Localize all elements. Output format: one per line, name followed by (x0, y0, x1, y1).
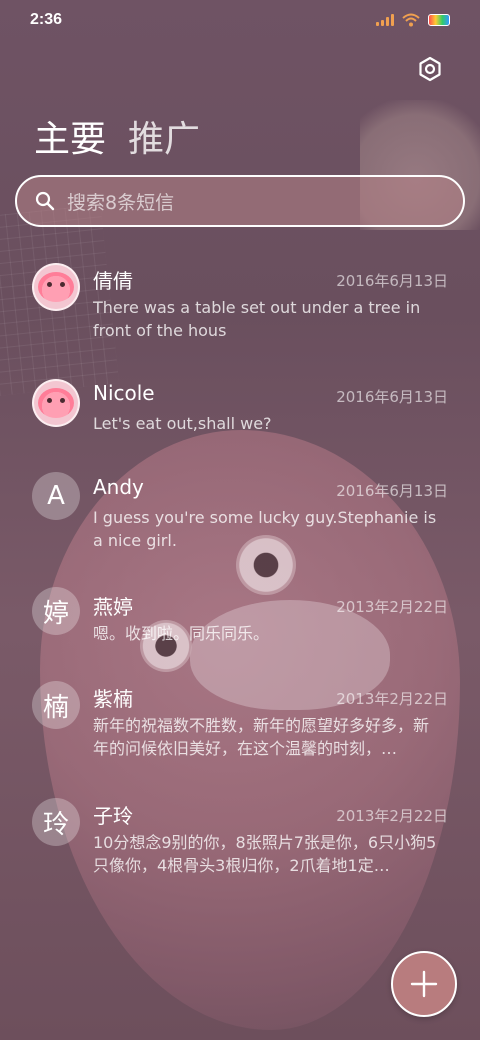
message-snippet: I guess you're some lucky guy.Stephanie … (93, 508, 437, 550)
message-date: 2013年2月22日 (336, 598, 448, 616)
signal-icon (376, 14, 394, 26)
message-date: 2016年6月13日 (336, 272, 448, 290)
contact-name: 燕婷 (93, 595, 133, 619)
new-message-button[interactable] (391, 951, 457, 1017)
message-snippet: There was a table set out under a tree i… (93, 298, 421, 340)
message-date: 2016年6月13日 (336, 388, 448, 406)
avatar: 楠 (32, 681, 80, 729)
avatar: 玲 (32, 798, 80, 846)
status-time: 2:36 (30, 11, 63, 28)
wifi-icon (402, 13, 420, 27)
contact-name: Andy (93, 475, 144, 499)
status-bar: 2:36 (0, 0, 480, 40)
message-date: 2013年2月22日 (336, 807, 448, 825)
search-bar[interactable]: 搜索8条短信 (15, 175, 465, 227)
pig-avatar-icon (38, 272, 74, 302)
settings-button[interactable] (414, 53, 446, 85)
battery-icon (428, 14, 450, 26)
contact-name: 倩倩 (93, 269, 133, 293)
plus-icon (410, 970, 438, 998)
tab-bar: 主要 推广 (34, 110, 200, 162)
avatar (32, 263, 80, 311)
gear-icon (419, 56, 441, 82)
message-snippet: 10分想念9别的你，8张照片7张是你，6只小狗5只像你，4根骨头3根归你，2爪着… (93, 833, 437, 875)
message-snippet: 新年的祝福数不胜数，新年的愿望好多好多，新年的问候依旧美好，在这个温馨的时刻，… (93, 716, 430, 758)
message-snippet: 嗯。收到啦。同乐同乐。 (93, 624, 270, 643)
contact-name: Nicole (93, 381, 155, 405)
contact-name: 子玲 (93, 804, 133, 828)
avatar: 婷 (32, 587, 80, 635)
tab-promotions[interactable]: 推广 (128, 110, 200, 162)
message-date: 2016年6月13日 (336, 482, 448, 500)
tab-primary[interactable]: 主要 (34, 110, 106, 162)
search-input[interactable]: 搜索8条短信 (67, 188, 174, 215)
message-snippet: Let's eat out,shall we? (93, 414, 272, 433)
search-icon (35, 191, 55, 211)
avatar (32, 379, 80, 427)
avatar: A (32, 472, 80, 520)
message-date: 2013年2月22日 (336, 690, 448, 708)
pig-avatar-icon (38, 388, 74, 418)
contact-name: 紫楠 (93, 687, 133, 711)
